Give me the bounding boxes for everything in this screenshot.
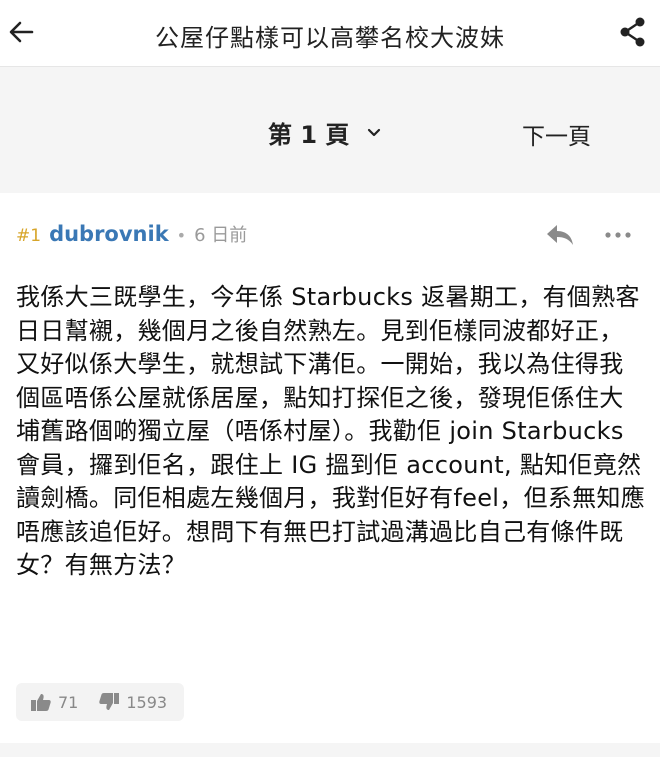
dislike-count: 1593 xyxy=(126,692,168,712)
share-icon[interactable] xyxy=(618,16,648,48)
post-time: 6 日前 xyxy=(194,225,248,246)
floor-number: #1 xyxy=(16,226,42,246)
dislike-button[interactable]: 1593 xyxy=(98,692,167,712)
page-selector[interactable]: 第 1 頁 xyxy=(268,115,381,150)
reply-icon[interactable] xyxy=(545,223,575,247)
thread-title: 公屋仔點樣可以高攀名校大波妹 xyxy=(155,24,505,52)
post-divider xyxy=(0,743,660,757)
post-content: 我係大三既學生，今年係 Starbucks 返暑期工，有個熟客日日幫襯，幾個月之… xyxy=(16,283,646,579)
thumbs-down-icon xyxy=(99,693,120,710)
vote-bar: 71 1593 xyxy=(16,683,184,721)
like-button[interactable]: 71 xyxy=(30,692,78,712)
more-icon[interactable] xyxy=(604,231,632,239)
chevron-down-icon xyxy=(368,128,381,136)
next-page-button[interactable]: 下一頁 xyxy=(522,117,591,151)
thumbs-up-icon xyxy=(31,694,51,711)
top-bar: 公屋仔點樣可以高攀名校大波妹 xyxy=(0,0,660,67)
username[interactable]: dubrovnik xyxy=(49,222,169,246)
post: #1 dubrovnik • 6 日前 我係大三既學生，今年係 Starbuck… xyxy=(0,193,660,743)
separator-dot: • xyxy=(176,226,187,245)
current-page-label: 第 1 頁 xyxy=(268,121,350,149)
like-count: 71 xyxy=(58,692,79,712)
pagination-bar: 第 1 頁 下一頁 xyxy=(0,67,660,193)
post-meta: #1 dubrovnik • 6 日前 xyxy=(16,221,247,247)
